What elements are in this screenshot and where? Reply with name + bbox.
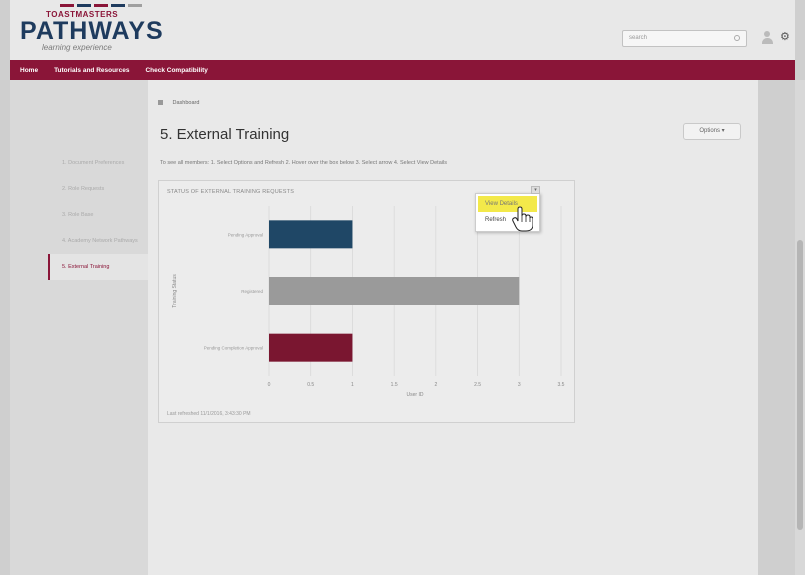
- instructions-text: To see all members: 1. Select Options an…: [160, 160, 447, 166]
- logo-pathways: PATHWAYS: [20, 17, 164, 45]
- sidebar-item-external-training[interactable]: 5. External Training: [48, 254, 148, 280]
- x-tick-label: 0: [268, 382, 271, 388]
- x-tick-label: 1.5: [391, 382, 398, 388]
- bar-pending-approval: [269, 220, 353, 249]
- breadcrumb: Dashboard: [158, 100, 199, 106]
- main-content: Dashboard 5. External Training Options ▾…: [148, 80, 758, 575]
- page-scrollbar[interactable]: [795, 80, 805, 575]
- x-tick-label: 3.5: [558, 382, 565, 388]
- bar-registered: [269, 277, 520, 305]
- logo-stripe: [128, 4, 142, 7]
- pathways-logo[interactable]: TOASTMASTERS PATHWAYS learning experienc…: [20, 4, 164, 52]
- nav-tutorials-and-resources[interactable]: Tutorials and Resources: [54, 67, 129, 74]
- bar-pending-completion-approval: [269, 333, 353, 362]
- gear-icon[interactable]: ⚙: [780, 32, 790, 43]
- main-nav: Home Tutorials and Resources Check Compa…: [10, 60, 795, 80]
- sidebar-item-role-base[interactable]: 3. Role Base: [48, 202, 148, 228]
- sidebar: 1. Document Preferences 2. Role Requests…: [48, 150, 148, 280]
- nav-check-compatibility[interactable]: Check Compatibility: [145, 67, 207, 74]
- hand-cursor-icon: [512, 206, 533, 232]
- search-icon[interactable]: [734, 35, 740, 41]
- scrollbar-thumb[interactable]: [797, 240, 803, 530]
- category-label: Registered: [241, 289, 263, 294]
- search-placeholder: search: [629, 35, 648, 41]
- logo-stripe: [77, 4, 91, 7]
- x-axis-label: User ID: [407, 392, 424, 398]
- x-tick-label: 2: [434, 382, 437, 388]
- external-training-chart-panel[interactable]: STATUS OF EXTERNAL TRAINING REQUESTS 0 0.…: [158, 180, 575, 423]
- last-refreshed-text: Last refreshed 11/1/2016, 3:43:30 PM: [167, 411, 251, 417]
- options-button[interactable]: Options ▾: [683, 123, 741, 140]
- user-icon[interactable]: [761, 31, 773, 45]
- panel-menu-icon[interactable]: ▾: [531, 186, 540, 194]
- page-title: 5. External Training: [160, 126, 290, 143]
- sidebar-item-document-preferences[interactable]: 1. Document Preferences: [48, 150, 148, 176]
- logo-stripe: [111, 4, 125, 7]
- category-label: Pending Completion Approval: [204, 346, 263, 351]
- logo-stripe: [94, 4, 108, 7]
- nav-home[interactable]: Home: [20, 67, 38, 74]
- y-axis-label: Training Status: [172, 274, 178, 308]
- x-tick-label: 2.5: [474, 382, 481, 388]
- sidebar-item-role-requests[interactable]: 2. Role Requests: [48, 176, 148, 202]
- x-tick-label: 3: [518, 382, 521, 388]
- logo-stripe: [60, 4, 74, 7]
- header-bar: TOASTMASTERS PATHWAYS learning experienc…: [10, 0, 795, 60]
- category-label: Pending Approval: [228, 232, 263, 237]
- x-tick-label: 1: [351, 382, 354, 388]
- sidebar-item-academy-network[interactable]: 4. Academy Network Pathways: [48, 228, 148, 254]
- breadcrumb-dashboard[interactable]: Dashboard: [173, 100, 200, 106]
- logo-stripes: [60, 4, 164, 7]
- home-icon[interactable]: [158, 100, 163, 106]
- search-input[interactable]: search: [622, 30, 747, 47]
- x-tick-label: 0.5: [307, 382, 314, 388]
